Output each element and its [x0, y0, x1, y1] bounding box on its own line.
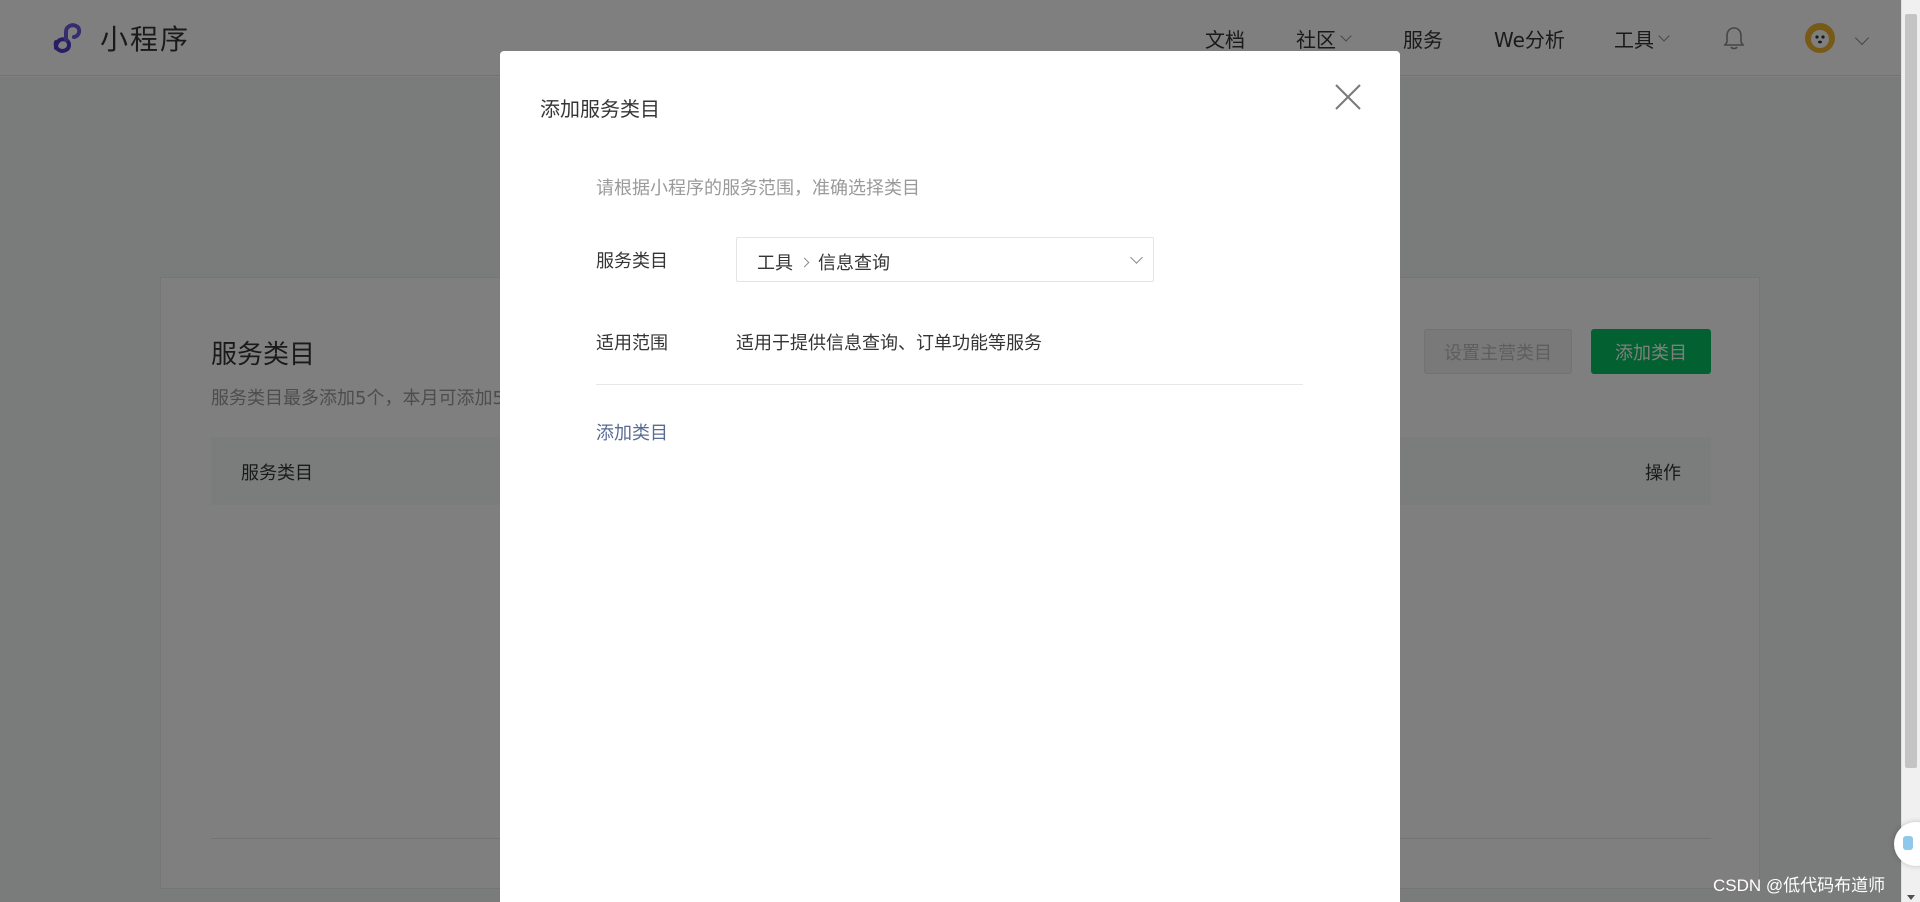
add-service-category-dialog: 添加服务类目 请根据小程序的服务范围，准确选择类目 服务类目 工具 信息查询 适…: [500, 51, 1400, 902]
dialog-tip: 请根据小程序的服务范围，准确选择类目: [596, 178, 920, 199]
watermark: CSDN @低代码布道师: [1713, 876, 1886, 895]
category-select[interactable]: 工具 信息查询: [736, 237, 1154, 282]
scope-label: 适用范围: [596, 333, 668, 354]
chevron-down-icon: [1130, 251, 1143, 264]
dialog-divider: [596, 384, 1303, 385]
category-level2: 信息查询: [818, 253, 890, 274]
chevron-right-icon: [799, 257, 810, 267]
helper-icon: [1903, 836, 1913, 850]
scope-text: 适用于提供信息查询、订单功能等服务: [736, 333, 1042, 354]
dialog-title: 添加服务类目: [540, 97, 660, 121]
scroll-down-arrow-icon[interactable]: [1907, 895, 1915, 900]
close-icon[interactable]: [1332, 81, 1364, 113]
scrollbar-thumb[interactable]: [1905, 14, 1917, 768]
category-select-value: 工具 信息查询: [757, 249, 890, 275]
scrollbar[interactable]: [1901, 0, 1920, 902]
category-level1: 工具: [757, 253, 793, 274]
category-label: 服务类目: [596, 251, 668, 272]
add-category-link[interactable]: 添加类目: [596, 419, 668, 445]
